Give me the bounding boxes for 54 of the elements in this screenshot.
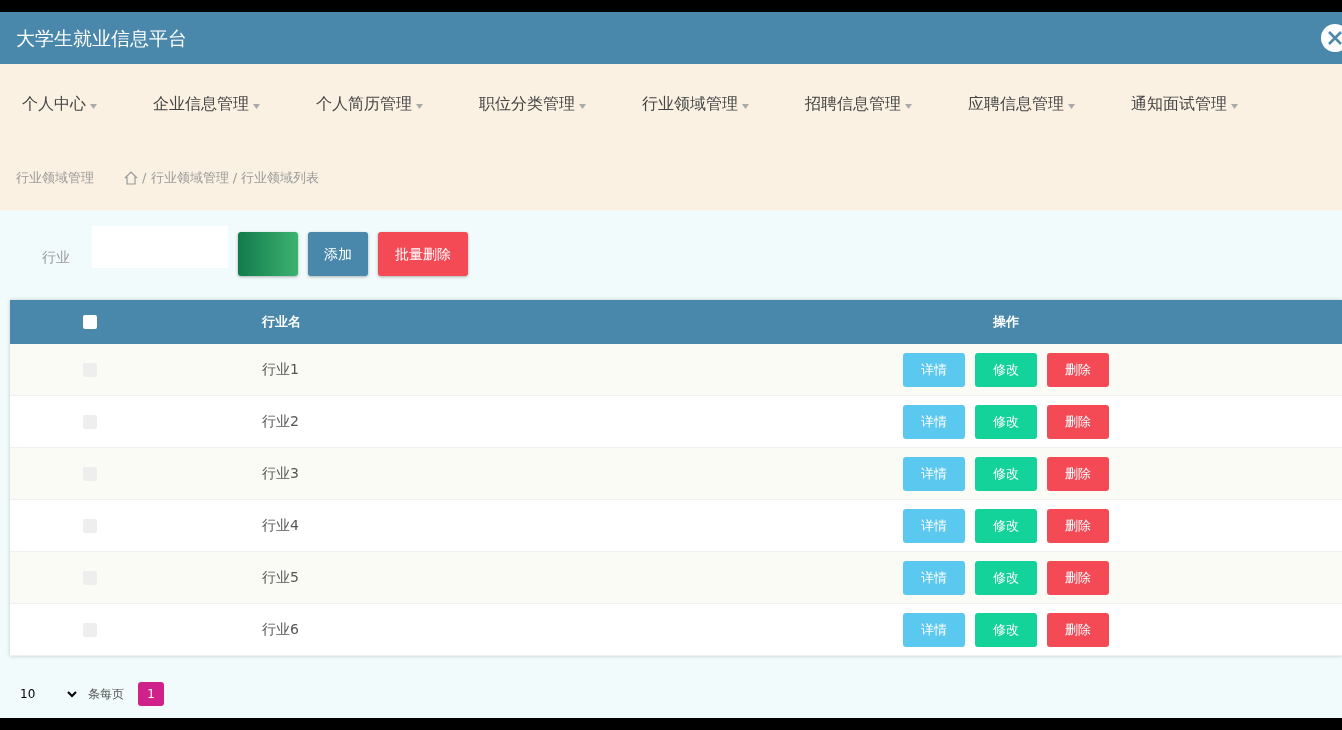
search-label: 行业 [41,247,71,267]
detail-button[interactable]: 详情 [903,612,965,647]
caret-icon [90,103,97,109]
delete-button[interactable]: 删除 [1047,612,1109,647]
delete-button[interactable]: 删除 [1047,560,1109,595]
detail-button[interactable]: 详情 [903,560,965,595]
edit-button[interactable]: 修改 [975,456,1037,491]
delete-button[interactable]: 删除 [1047,456,1109,491]
checkbox[interactable] [83,315,97,329]
detail-button[interactable]: 详情 [903,404,965,439]
column-header: 操作 [993,313,1019,332]
caret-icon [1068,103,1075,109]
table-cell: 行业5 [262,569,299,585]
table-cell: 行业3 [262,465,299,481]
delete-button[interactable]: 删除 [1047,352,1109,387]
edit-button[interactable]: 修改 [975,404,1037,439]
search-button[interactable] [238,232,298,276]
menu-item[interactable]: 招聘信息管理 [799,92,918,116]
caret-icon [253,103,260,109]
edit-button[interactable]: 修改 [975,508,1037,543]
menu-item[interactable]: 应聘信息管理 [962,92,1081,116]
column-header: 行业名 [262,314,301,330]
page-button[interactable]: 1 [138,682,164,706]
caret-icon [1231,103,1238,109]
close-icon[interactable] [1320,23,1342,53]
detail-button[interactable]: 详情 [903,352,965,387]
edit-button[interactable]: 修改 [975,352,1037,387]
caret-icon [579,103,586,109]
batch-delete-button[interactable]: 批量删除 [378,232,468,276]
table-cell: 行业4 [262,517,299,533]
menu-item[interactable]: 企业信息管理 [147,92,266,116]
menu-item[interactable]: 通知面试管理 [1125,92,1244,116]
home-icon[interactable] [124,170,138,185]
menu-item[interactable]: 行业领域管理 [636,92,755,116]
page-title: 行业领域管理 [16,169,94,187]
menu-item[interactable]: 个人中心 [16,92,103,116]
table-cell: 行业2 [262,413,299,429]
delete-button[interactable]: 删除 [1047,508,1109,543]
table-cell: 行业1 [262,361,299,377]
edit-button[interactable]: 修改 [975,612,1037,647]
site-title: 大学生就业信息平台 [16,25,187,51]
caret-icon [905,103,912,109]
detail-button[interactable]: 详情 [903,456,965,491]
menu-item[interactable]: 个人简历管理 [310,92,429,116]
edit-button[interactable]: 修改 [975,560,1037,595]
menu-item[interactable]: 职位分类管理 [473,92,592,116]
detail-button[interactable]: 详情 [903,508,965,543]
caret-icon [416,103,423,109]
caret-icon [742,103,749,109]
breadcrumb-path: / 行业领域管理 / 行业领域列表 [142,169,320,187]
delete-button[interactable]: 删除 [1047,404,1109,439]
page-size-label: 条每页 [88,686,124,703]
add-button[interactable]: 添加 [308,232,368,276]
table-cell: 行业6 [262,621,299,637]
